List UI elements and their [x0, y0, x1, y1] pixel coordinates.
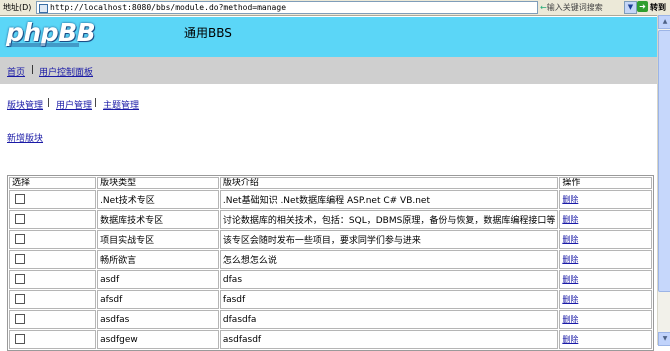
select-checkbox[interactable]	[15, 254, 25, 265]
delete-link[interactable]: 删除	[562, 215, 578, 224]
delete-link[interactable]: 删除	[562, 295, 578, 304]
arrow-icon: ←	[540, 3, 547, 12]
select-checkbox[interactable]	[15, 234, 25, 245]
board-type-cell: asdf	[97, 270, 219, 289]
keyword-placeholder: 输入关键词搜索	[546, 3, 603, 12]
board-type-cell: asdfgew	[97, 330, 219, 349]
go-label: 转到	[650, 3, 666, 12]
board-intro-cell: dfas	[219, 270, 559, 289]
board-intro-cell: .Net基础知识 .Net数据库编程 ASP.net C# VB.net	[219, 190, 559, 209]
site-header: phpBB 通用BBS	[0, 17, 657, 57]
table-row: 数据库技术专区 讨论数据库的相关技术，包括：SQL，DBMS原理，备份与恢复，数…	[9, 210, 652, 229]
board-intro-cell: fasdf	[219, 290, 559, 309]
delete-link[interactable]: 删除	[562, 255, 578, 264]
table-row: .Net技术专区 .Net基础知识 .Net数据库编程 ASP.net C# V…	[9, 190, 652, 209]
table-row: 项目实战专区 该专区会随时发布一些项目，要求同学们参与进来 删除	[9, 230, 652, 249]
col-header-type: 版块类型	[97, 177, 219, 189]
board-intro-cell: 该专区会随时发布一些项目，要求同学们参与进来	[219, 230, 559, 249]
subnav-separator: |	[47, 98, 51, 108]
board-type-cell: 项目实战专区	[97, 230, 219, 249]
dropdown-arrow-icon[interactable]: ▼	[624, 1, 637, 14]
top-nav: 首页 | 用户控制面板	[0, 57, 657, 84]
page-icon	[39, 4, 48, 13]
logo-subtitle-bar	[9, 43, 79, 47]
go-arrow-icon: ➜	[637, 1, 648, 12]
select-checkbox[interactable]	[15, 294, 25, 305]
boards-table: 选择 版块类型 版块介绍 操作 .Net技术专区 .Net基础知识 .Net数据…	[7, 175, 654, 351]
col-header-action: 操作	[559, 177, 652, 189]
address-label: 地址(D)	[3, 3, 32, 12]
add-board-link[interactable]: 新增版块	[7, 131, 43, 144]
board-intro-cell: 怎么想怎么说	[219, 250, 559, 269]
table-row: asdf dfas 删除	[9, 270, 652, 289]
delete-link[interactable]: 删除	[562, 335, 578, 344]
board-type-cell: .Net技术专区	[97, 190, 219, 209]
vertical-scrollbar[interactable]: ▲ ▼	[657, 15, 670, 346]
select-checkbox[interactable]	[15, 194, 25, 205]
select-checkbox[interactable]	[15, 314, 25, 325]
board-intro-cell: asdfasdf	[219, 330, 559, 349]
scroll-down-arrow-icon[interactable]: ▼	[658, 332, 670, 346]
table-row: asdfas dfasdfa 删除	[9, 310, 652, 329]
topic-manage-link[interactable]: 主题管理	[103, 98, 139, 111]
scroll-thumb[interactable]	[658, 30, 670, 292]
nav-home-link[interactable]: 首页	[7, 65, 25, 78]
board-type-cell: 畅所欲言	[97, 250, 219, 269]
browser-address-bar: 地址(D) http://localhost:8080/bbs/module.d…	[0, 0, 670, 16]
col-header-intro: 版块介绍	[219, 177, 559, 189]
nav-user-panel-link[interactable]: 用户控制面板	[39, 65, 93, 78]
select-checkbox[interactable]	[15, 274, 25, 285]
select-checkbox[interactable]	[15, 214, 25, 225]
user-manage-link[interactable]: 用户管理	[56, 98, 92, 111]
scroll-up-arrow-icon[interactable]: ▲	[658, 15, 670, 29]
table-header-row: 选择 版块类型 版块介绍 操作	[9, 177, 652, 189]
board-type-cell: 数据库技术专区	[97, 210, 219, 229]
delete-link[interactable]: 删除	[562, 275, 578, 284]
phpbb-logo: phpBB	[6, 18, 96, 47]
select-checkbox[interactable]	[15, 334, 25, 345]
keyword-search-field[interactable]: ←输入关键词搜索	[540, 2, 603, 13]
col-header-select: 选择	[9, 177, 97, 189]
nav-separator: |	[31, 65, 35, 75]
go-button[interactable]: ➜ 转到	[637, 1, 670, 13]
board-manage-link[interactable]: 版块管理	[7, 98, 43, 111]
delete-link[interactable]: 删除	[562, 315, 578, 324]
table-row: asdfgew asdfasdf 删除	[9, 330, 652, 349]
board-type-cell: asdfas	[97, 310, 219, 329]
address-url[interactable]: http://localhost:8080/bbs/module.do?meth…	[50, 3, 286, 12]
board-type-cell: afsdf	[97, 290, 219, 309]
table-row: afsdf fasdf 删除	[9, 290, 652, 309]
board-intro-cell: 讨论数据库的相关技术，包括：SQL，DBMS原理，备份与恢复，数据库编程接口等	[219, 210, 559, 229]
delete-link[interactable]: 删除	[562, 195, 578, 204]
board-intro-cell: dfasdfa	[219, 310, 559, 329]
delete-link[interactable]: 删除	[562, 235, 578, 244]
address-field[interactable]: http://localhost:8080/bbs/module.do?meth…	[36, 1, 538, 14]
table-row: 畅所欲言 怎么想怎么说 删除	[9, 250, 652, 269]
subnav-separator: |	[94, 98, 98, 108]
site-title: 通用BBS	[184, 26, 232, 40]
